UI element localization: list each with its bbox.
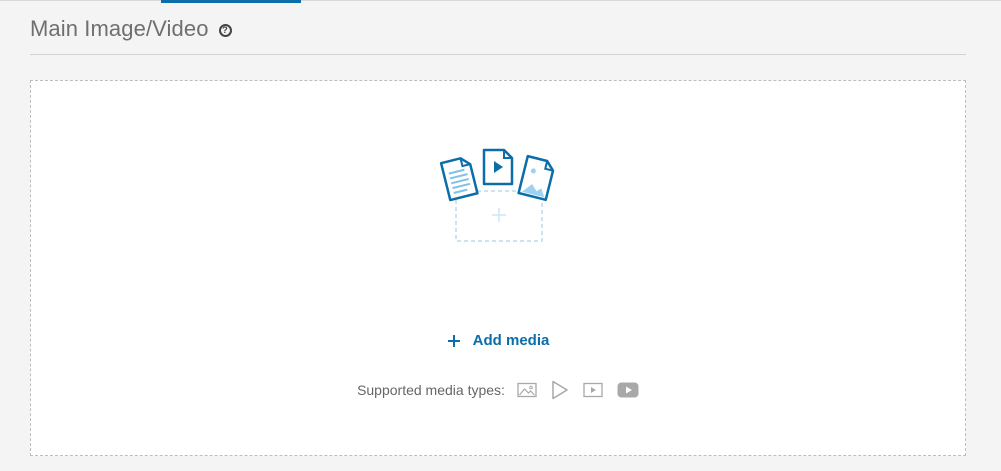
media-dropzone[interactable]: Add media Supported media types: xyxy=(30,80,966,456)
media-files-upload-icon xyxy=(439,148,555,242)
supported-media-types: Supported media types: xyxy=(31,380,965,400)
video-player-icon xyxy=(583,382,603,398)
image-icon xyxy=(517,382,537,398)
media-section: Main Image/Video ? Add media Supported m… xyxy=(0,0,1001,471)
section-title: Main Image/Video xyxy=(30,16,209,41)
supported-media-label: Supported media types: xyxy=(357,382,505,398)
plus-icon xyxy=(447,334,460,347)
section-header: Main Image/Video ? xyxy=(30,16,232,42)
add-media-button[interactable]: Add media xyxy=(31,332,965,349)
active-tab-indicator xyxy=(161,0,301,3)
add-media-label: Add media xyxy=(472,332,550,349)
media-type-icons xyxy=(517,380,639,400)
section-divider xyxy=(30,54,966,55)
tab-bar-divider xyxy=(0,0,1001,1)
play-icon xyxy=(552,380,568,400)
youtube-icon xyxy=(617,382,639,398)
question-circle-icon[interactable]: ? xyxy=(218,23,232,37)
